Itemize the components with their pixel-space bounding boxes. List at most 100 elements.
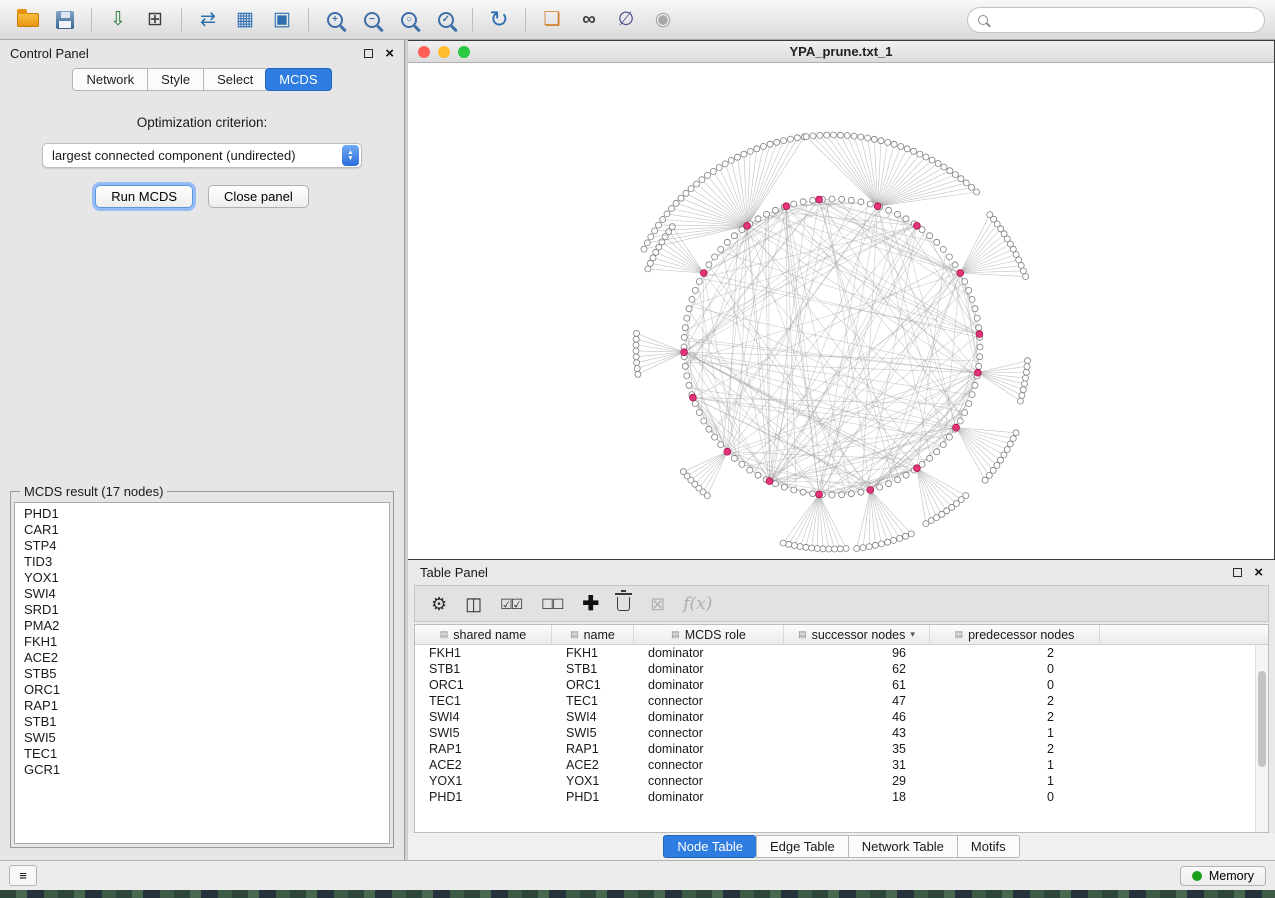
cell-successor-nodes: 61 (784, 678, 930, 692)
deselect-all-icon[interactable]: ☐☐ (541, 597, 562, 611)
add-column-icon[interactable]: ✚ (582, 594, 597, 614)
list-item[interactable]: STB1 (15, 714, 389, 730)
list-item[interactable]: SRD1 (15, 602, 389, 618)
zoom-in-button[interactable]: + (317, 4, 353, 35)
list-item[interactable]: ORC1 (15, 682, 389, 698)
list-item[interactable]: ACE2 (15, 650, 389, 666)
table-row[interactable]: ACE2 ACE2 connector 31 1 (415, 757, 1268, 773)
open-folder-icon (17, 13, 39, 27)
table-row[interactable]: ORC1 ORC1 dominator 61 0 (415, 677, 1268, 693)
float-panel-icon[interactable] (364, 49, 373, 58)
cell-shared-name: STB1 (415, 662, 552, 676)
list-item[interactable]: STB5 (15, 666, 389, 682)
tab-edge-table[interactable]: Edge Table (756, 835, 848, 858)
column-header-name[interactable]: ▤ name (552, 625, 634, 644)
table-row[interactable]: SWI5 SWI5 connector 43 1 (415, 725, 1268, 741)
cell-predecessor-nodes: 2 (930, 742, 1100, 756)
export-network-button[interactable]: ⇄ (190, 4, 226, 35)
cell-name: SWI5 (552, 726, 634, 740)
save-session-button[interactable] (47, 4, 83, 35)
export-image-button[interactable]: ▣ (264, 4, 300, 35)
export-table-button[interactable]: ▦ (227, 4, 263, 35)
zoom-out-button[interactable]: − (354, 4, 390, 35)
criterion-dropdown[interactable]: largest connected component (undirected)… (42, 143, 362, 168)
zoom-fit-button[interactable]: ○ (391, 4, 427, 35)
tab-style[interactable]: Style (147, 68, 203, 91)
float-panel-icon[interactable] (1233, 568, 1242, 577)
column-header-predecessor-nodes[interactable]: ▤ predecessor nodes (930, 625, 1100, 644)
apply-layout-button[interactable]: ↻ (481, 4, 517, 35)
close-panel-button[interactable]: Close panel (208, 185, 309, 208)
table-row[interactable]: PHD1 PHD1 dominator 18 0 (415, 789, 1268, 805)
table-row[interactable]: FKH1 FKH1 dominator 96 2 (415, 645, 1268, 661)
cell-mcds-role: dominator (634, 646, 784, 660)
column-header-shared-name[interactable]: ▤ shared name (415, 625, 552, 644)
column-header-mcds-role[interactable]: ▤ MCDS role (634, 625, 784, 644)
cell-successor-nodes: 29 (784, 774, 930, 788)
control-panel: Control Panel × Network Style Select MCD… (0, 40, 405, 860)
list-item[interactable]: PHD1 (15, 506, 389, 522)
cell-shared-name: ACE2 (415, 758, 552, 772)
toolbar-separator (308, 8, 309, 32)
hide-selected-button[interactable]: ∅ (608, 4, 644, 35)
cell-predecessor-nodes: 2 (930, 646, 1100, 660)
list-item[interactable]: SWI4 (15, 586, 389, 602)
mcds-result-title: MCDS result (17 nodes) (20, 484, 167, 499)
minimize-window-icon[interactable] (438, 46, 450, 58)
list-item[interactable]: PMA2 (15, 618, 389, 634)
tab-select[interactable]: Select (203, 68, 266, 91)
network-canvas[interactable] (408, 63, 1274, 559)
memory-button[interactable]: Memory (1180, 866, 1266, 886)
list-item[interactable]: TEC1 (15, 746, 389, 762)
list-item[interactable]: SWI5 (15, 730, 389, 746)
table-row[interactable]: TEC1 TEC1 connector 47 2 (415, 693, 1268, 709)
close-panel-icon[interactable]: × (1254, 565, 1263, 580)
list-item[interactable]: FKH1 (15, 634, 389, 650)
table-panel: Table Panel × ⚙ ◫ ☑☑ ☐☐ ✚ ⊠ f(x) (408, 560, 1275, 860)
hide-selected-icon: ∅ (618, 10, 635, 29)
maximize-window-icon[interactable] (458, 46, 470, 58)
tab-node-table[interactable]: Node Table (663, 835, 756, 858)
column-header-successor-nodes[interactable]: ▤ successor nodes ▾ (784, 625, 930, 644)
search-box (967, 7, 1265, 33)
table-row[interactable]: STB1 STB1 dominator 62 0 (415, 661, 1268, 677)
table-row[interactable]: SWI4 SWI4 dominator 46 2 (415, 709, 1268, 725)
tab-network-table[interactable]: Network Table (848, 835, 957, 858)
cell-successor-nodes: 35 (784, 742, 930, 756)
table-row[interactable]: YOX1 YOX1 connector 29 1 (415, 773, 1268, 789)
show-all-button[interactable]: ◉ (645, 4, 681, 35)
import-table-button[interactable]: ⊞ (137, 4, 173, 35)
list-item[interactable]: STP4 (15, 538, 389, 554)
import-network-button[interactable]: ⇩ (100, 4, 136, 35)
table-scrollbar[interactable] (1255, 645, 1268, 832)
chevron-down-icon: ▾ (910, 629, 915, 640)
column-type-icon: ▤ (955, 629, 964, 640)
tab-network[interactable]: Network (72, 68, 147, 91)
open-session-button[interactable] (10, 4, 46, 35)
tab-motifs[interactable]: Motifs (957, 835, 1020, 858)
select-all-icon[interactable]: ☑☑ (500, 597, 521, 611)
zoom-out-icon: − (364, 12, 380, 28)
trash-icon[interactable] (617, 597, 630, 611)
scrollbar-thumb[interactable] (1258, 671, 1266, 767)
clone-network-button[interactable]: ❏ (534, 4, 570, 35)
close-panel-icon[interactable]: × (385, 46, 394, 61)
run-mcds-button[interactable]: Run MCDS (95, 185, 193, 208)
list-item[interactable]: RAP1 (15, 698, 389, 714)
zoom-selected-button[interactable]: ✓ (428, 4, 464, 35)
status-menu-button[interactable]: ≡ (9, 865, 37, 886)
cell-mcds-role: connector (634, 726, 784, 740)
cell-predecessor-nodes: 2 (930, 710, 1100, 724)
table-row[interactable]: RAP1 RAP1 dominator 35 2 (415, 741, 1268, 757)
gear-icon[interactable]: ⚙ (431, 595, 445, 613)
cell-name: YOX1 (552, 774, 634, 788)
list-item[interactable]: TID3 (15, 554, 389, 570)
find-button[interactable]: ∞ (571, 4, 607, 35)
tab-mcds[interactable]: MCDS (265, 68, 331, 91)
show-columns-icon[interactable]: ◫ (465, 595, 480, 613)
list-item[interactable]: YOX1 (15, 570, 389, 586)
close-window-icon[interactable] (418, 46, 430, 58)
list-item[interactable]: CAR1 (15, 522, 389, 538)
list-item[interactable]: GCR1 (15, 762, 389, 778)
search-input[interactable] (994, 12, 1254, 27)
